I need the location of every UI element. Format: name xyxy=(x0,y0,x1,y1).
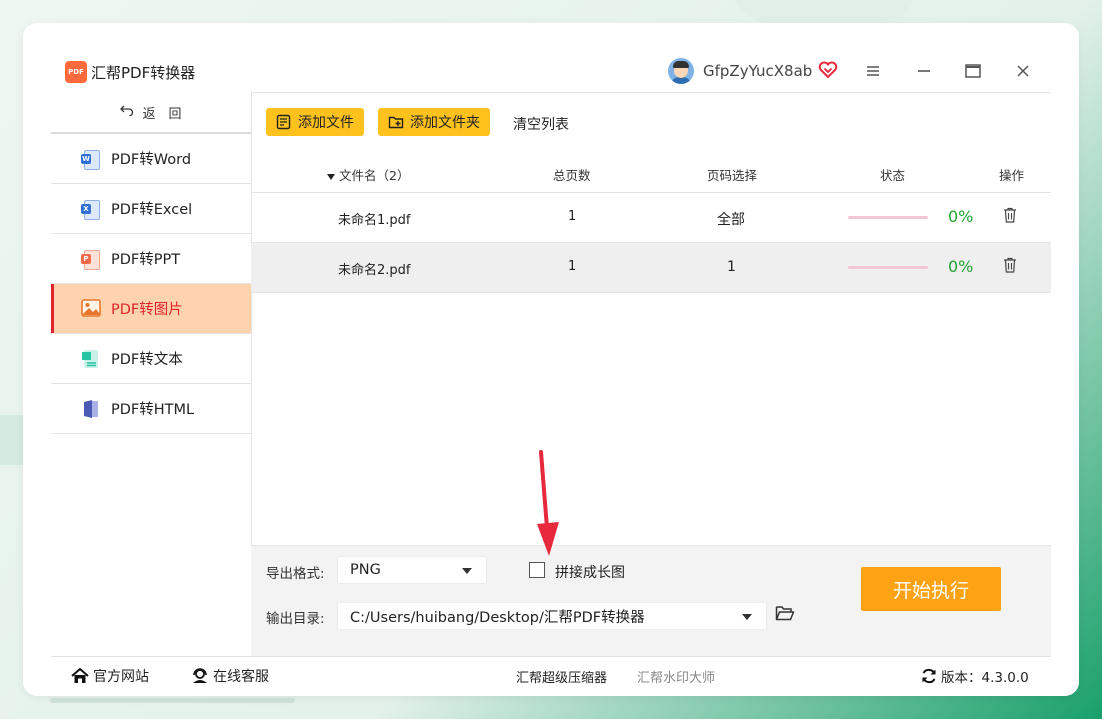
back-arrow-icon xyxy=(120,104,134,120)
sidebar-item-label: PDF转Word xyxy=(111,152,192,168)
main-panel: 添加文件 添加文件夹 清空列表 文件名（2） 总页数 页码选择 状态 操作 未命… xyxy=(251,92,1051,657)
sidebar-item-pdf-to-image[interactable]: PDF转图片 xyxy=(51,284,251,334)
sidebar-item-label: PDF转图片 xyxy=(111,302,183,318)
word-icon: W xyxy=(81,149,101,170)
output-dir-label: 输出目录: xyxy=(266,611,325,627)
sort-caret-icon xyxy=(327,173,335,180)
format-select[interactable]: PNG xyxy=(337,556,487,584)
sidebar-item-pdf-to-html[interactable]: PDF转HTML xyxy=(51,384,251,434)
back-button[interactable]: 返 回 xyxy=(51,92,251,134)
watermark-link[interactable]: 汇帮水印大师 xyxy=(637,667,715,686)
app-logo-icon: PDF xyxy=(65,61,87,83)
row-pages: 1 xyxy=(568,209,577,224)
sidebar-item-pdf-to-text[interactable]: PDF转文本 xyxy=(51,334,251,384)
status-header: 状态 xyxy=(880,168,906,183)
filename-header[interactable]: 文件名（2） xyxy=(327,165,409,184)
pages-header: 总页数 xyxy=(553,168,591,183)
background-decoration xyxy=(50,698,295,703)
page-select-header: 页码选择 xyxy=(707,168,758,183)
add-file-button[interactable]: 添加文件 xyxy=(266,108,364,136)
vip-heart-icon[interactable] xyxy=(818,60,838,80)
row-page-select[interactable]: 1 xyxy=(727,259,736,275)
sidebar-item-label: PDF转PPT xyxy=(111,252,181,268)
text-icon xyxy=(81,349,101,369)
export-settings-panel: 导出格式: PNG 拼接成长图 输出目录: C:/Users/huibang/D… xyxy=(251,545,1051,657)
official-website-link[interactable]: 官方网站 xyxy=(71,666,149,686)
folder-open-icon[interactable] xyxy=(775,604,795,622)
close-icon[interactable] xyxy=(1012,60,1034,82)
row-pages: 1 xyxy=(568,259,577,274)
progress-percent: 0% xyxy=(948,257,974,276)
back-label: 返 回 xyxy=(142,106,182,122)
row-filename: 未命名2.pdf xyxy=(338,263,411,278)
image-icon xyxy=(81,298,101,319)
progress-bar xyxy=(848,216,928,219)
merge-long-image-label[interactable]: 拼接成长图 xyxy=(555,562,625,582)
progress-percent: 0% xyxy=(948,207,974,226)
table-row[interactable]: 未命名2.pdf 1 1 0% xyxy=(251,243,1051,293)
online-support-link[interactable]: 在线客服 xyxy=(191,666,269,686)
support-icon xyxy=(193,668,207,683)
chevron-down-icon xyxy=(462,568,472,574)
app-card: PDF 汇帮PDF转换器 GfpZyYucX8ab 返 回 W PDF转Word… xyxy=(23,23,1079,696)
table-row[interactable]: 未命名1.pdf 1 全部 0% xyxy=(251,193,1051,243)
progress-bar xyxy=(848,266,928,269)
excel-icon: X xyxy=(81,199,101,220)
background-decoration xyxy=(733,0,917,24)
toolbar: 添加文件 添加文件夹 清空列表 xyxy=(251,92,1051,152)
add-folder-label: 添加文件夹 xyxy=(410,115,480,131)
add-file-label: 添加文件 xyxy=(298,115,354,131)
ppt-icon: P xyxy=(81,249,101,270)
add-file-icon xyxy=(276,114,292,130)
title-bar: PDF 汇帮PDF转换器 GfpZyYucX8ab xyxy=(51,50,1051,93)
maximize-icon[interactable] xyxy=(962,60,984,82)
add-folder-icon xyxy=(388,114,404,130)
sidebar-item-pdf-to-word[interactable]: W PDF转Word xyxy=(51,134,251,184)
trash-icon[interactable] xyxy=(1003,207,1017,223)
refresh-icon xyxy=(922,668,936,684)
app-window: PDF 汇帮PDF转换器 GfpZyYucX8ab 返 回 W PDF转Word… xyxy=(51,50,1051,690)
sidebar-item-label: PDF转Excel xyxy=(111,202,193,218)
table-header: 文件名（2） 总页数 页码选择 状态 操作 xyxy=(251,152,1051,193)
format-label: 导出格式: xyxy=(266,566,325,582)
minimize-icon[interactable] xyxy=(913,60,935,82)
sidebar-item-label: PDF转文本 xyxy=(111,352,183,368)
version-info[interactable]: 版本：4.3.0.0 xyxy=(921,666,1029,686)
sidebar-item-label: PDF转HTML xyxy=(111,402,195,418)
row-page-select[interactable]: 全部 xyxy=(717,209,745,229)
merge-long-image-checkbox[interactable] xyxy=(529,562,545,578)
row-filename: 未命名1.pdf xyxy=(338,213,411,228)
sidebar: 返 回 W PDF转Word X PDF转Excel P PDF转PPT PDF… xyxy=(51,92,252,656)
sidebar-item-pdf-to-ppt[interactable]: P PDF转PPT xyxy=(51,234,251,284)
chevron-down-icon xyxy=(742,614,752,620)
menu-icon[interactable] xyxy=(862,60,884,82)
footer: 官方网站 在线客服 汇帮超级压缩器 汇帮水印大师 版本：4.3.0.0 xyxy=(51,656,1051,691)
action-header: 操作 xyxy=(999,168,1025,183)
clear-list-button[interactable]: 清空列表 xyxy=(513,114,569,134)
add-folder-button[interactable]: 添加文件夹 xyxy=(378,108,490,136)
user-avatar[interactable] xyxy=(668,58,694,84)
start-button[interactable]: 开始执行 xyxy=(861,567,1001,611)
app-title: 汇帮PDF转换器 xyxy=(91,64,196,82)
username[interactable]: GfpZyYucX8ab xyxy=(703,62,812,80)
html-icon xyxy=(81,399,101,419)
trash-icon[interactable] xyxy=(1003,257,1017,273)
home-icon xyxy=(71,668,89,683)
output-dir-select[interactable]: C:/Users/huibang/Desktop/汇帮PDF转换器 xyxy=(337,602,767,630)
sidebar-item-pdf-to-excel[interactable]: X PDF转Excel xyxy=(51,184,251,234)
compressor-link[interactable]: 汇帮超级压缩器 xyxy=(516,667,607,686)
